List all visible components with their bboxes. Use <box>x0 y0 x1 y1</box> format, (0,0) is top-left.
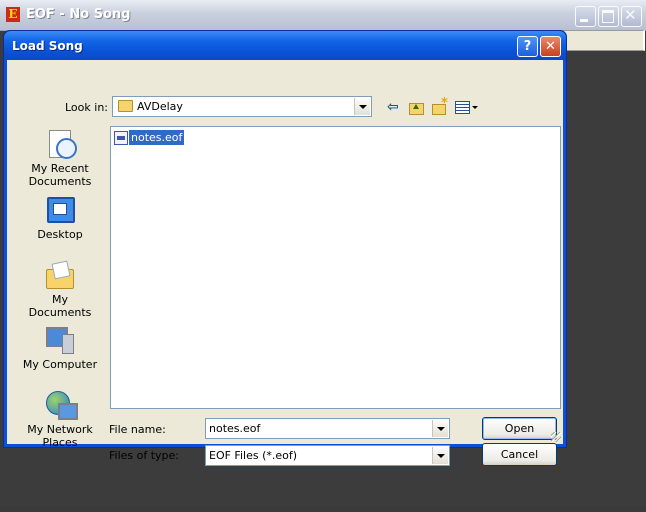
dialog-body: Look in: AVDelay ⇦ My Recent Documents D… <box>7 60 563 466</box>
look-in-combobox[interactable]: AVDelay <box>112 96 372 117</box>
open-button[interactable]: Open <box>482 417 557 440</box>
file-type-label: Files of type: <box>109 449 180 462</box>
place-my-computer[interactable]: My Computer <box>21 324 99 371</box>
place-label: My Network Places <box>27 423 93 449</box>
file-type-dropdown-button[interactable] <box>432 447 448 464</box>
main-window-title: EOF - No Song <box>26 7 131 22</box>
new-folder-icon[interactable] <box>432 96 448 115</box>
bottom-strip <box>0 507 646 512</box>
file-name-dropdown-button[interactable] <box>432 420 448 437</box>
cancel-button[interactable]: Cancel <box>482 443 557 466</box>
place-label: My Recent Documents <box>28 162 92 188</box>
file-list[interactable]: notes.eof <box>110 126 561 409</box>
main-close-button[interactable]: ✕ <box>621 6 642 27</box>
place-my-recent-documents[interactable]: My Recent Documents <box>21 128 99 188</box>
look-in-label: Look in: <box>65 101 108 114</box>
close-icon: ✕ <box>624 6 637 24</box>
place-label: My Computer <box>22 358 98 371</box>
minimize-button[interactable] <box>575 6 596 27</box>
file-type-value: EOF Files (*.eof) <box>209 449 298 462</box>
dialog-close-button[interactable]: ✕ <box>540 36 561 57</box>
main-title-bar[interactable]: E EOF - No Song ✕ <box>0 0 646 31</box>
look-in-dropdown-button[interactable] <box>354 98 370 115</box>
network-places-icon <box>44 389 78 421</box>
place-my-documents[interactable]: My Documents <box>21 259 99 319</box>
my-computer-icon <box>44 324 76 356</box>
look-in-value: AVDelay <box>137 100 183 113</box>
eof-file-icon <box>114 131 128 145</box>
file-name-value: notes.eof <box>209 422 261 435</box>
file-type-select[interactable]: EOF Files (*.eof) <box>205 445 450 466</box>
up-one-level-icon[interactable] <box>409 100 425 115</box>
maximize-button[interactable] <box>598 6 619 27</box>
eof-app-icon: E <box>6 7 20 22</box>
folder-icon <box>118 100 133 112</box>
dialog-title-bar[interactable]: Load Song ? ✕ <box>4 31 566 60</box>
dialog-title: Load Song <box>12 39 83 53</box>
main-menu-bar <box>560 30 645 51</box>
recent-documents-icon <box>44 128 77 160</box>
file-name: notes.eof <box>129 130 185 145</box>
file-name-label: File name: <box>109 423 166 436</box>
place-desktop[interactable]: Desktop <box>21 194 99 241</box>
desktop-icon <box>44 194 76 226</box>
minimize-icon <box>580 19 588 22</box>
views-menu-icon[interactable] <box>455 100 478 114</box>
file-name-field[interactable]: notes.eof <box>205 418 450 439</box>
my-documents-icon <box>44 259 76 291</box>
back-icon[interactable]: ⇦ <box>387 100 403 114</box>
resize-grip[interactable] <box>551 432 561 442</box>
help-button[interactable]: ? <box>517 36 538 57</box>
place-label: My Documents <box>28 293 92 319</box>
place-label: Desktop <box>37 228 83 241</box>
place-my-network-places[interactable]: My Network Places <box>21 389 99 449</box>
load-song-dialog: Load Song ? ✕ Look in: AVDelay ⇦ My Rece… <box>3 30 567 466</box>
maximize-icon <box>602 10 614 23</box>
